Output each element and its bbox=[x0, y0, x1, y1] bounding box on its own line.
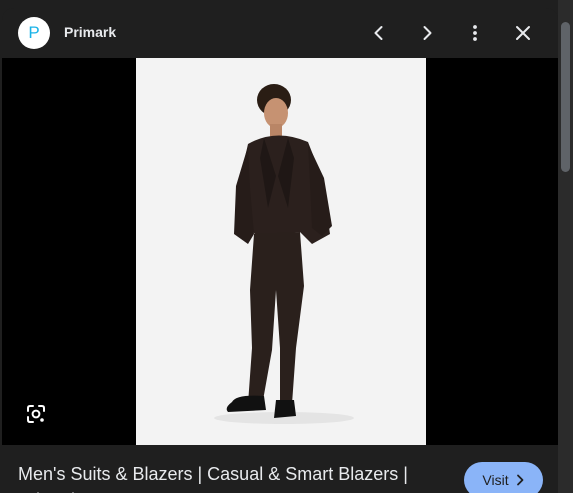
google-lens-icon bbox=[27, 405, 45, 423]
previous-button[interactable] bbox=[364, 18, 394, 48]
close-icon bbox=[516, 26, 530, 40]
avatar-letter: P bbox=[28, 23, 40, 42]
site-avatar[interactable]: P bbox=[18, 17, 50, 49]
image-area bbox=[2, 58, 558, 445]
visit-label: Visit bbox=[482, 472, 509, 488]
model-in-suit-figure bbox=[214, 84, 354, 424]
more-options-button[interactable] bbox=[460, 18, 490, 48]
visit-button[interactable]: Visit bbox=[464, 462, 543, 493]
image-viewer-panel: P Primark Men's Suits & Blazers | Casual… bbox=[2, 8, 558, 493]
next-button[interactable] bbox=[412, 18, 442, 48]
site-name[interactable]: Primark bbox=[64, 24, 116, 40]
google-lens-button[interactable] bbox=[22, 400, 50, 428]
viewer-header: P Primark bbox=[2, 8, 558, 58]
more-vert-icon bbox=[473, 25, 477, 41]
scrollbar-thumb[interactable] bbox=[561, 22, 570, 172]
result-title[interactable]: Men's Suits & Blazers | Casual & Smart B… bbox=[18, 461, 438, 493]
chevron-left-icon bbox=[374, 26, 383, 40]
chevron-right-icon bbox=[516, 474, 523, 486]
chevron-right-icon bbox=[423, 26, 432, 40]
close-button[interactable] bbox=[508, 18, 538, 48]
product-image[interactable] bbox=[136, 58, 426, 445]
scrollbar[interactable] bbox=[558, 0, 573, 493]
